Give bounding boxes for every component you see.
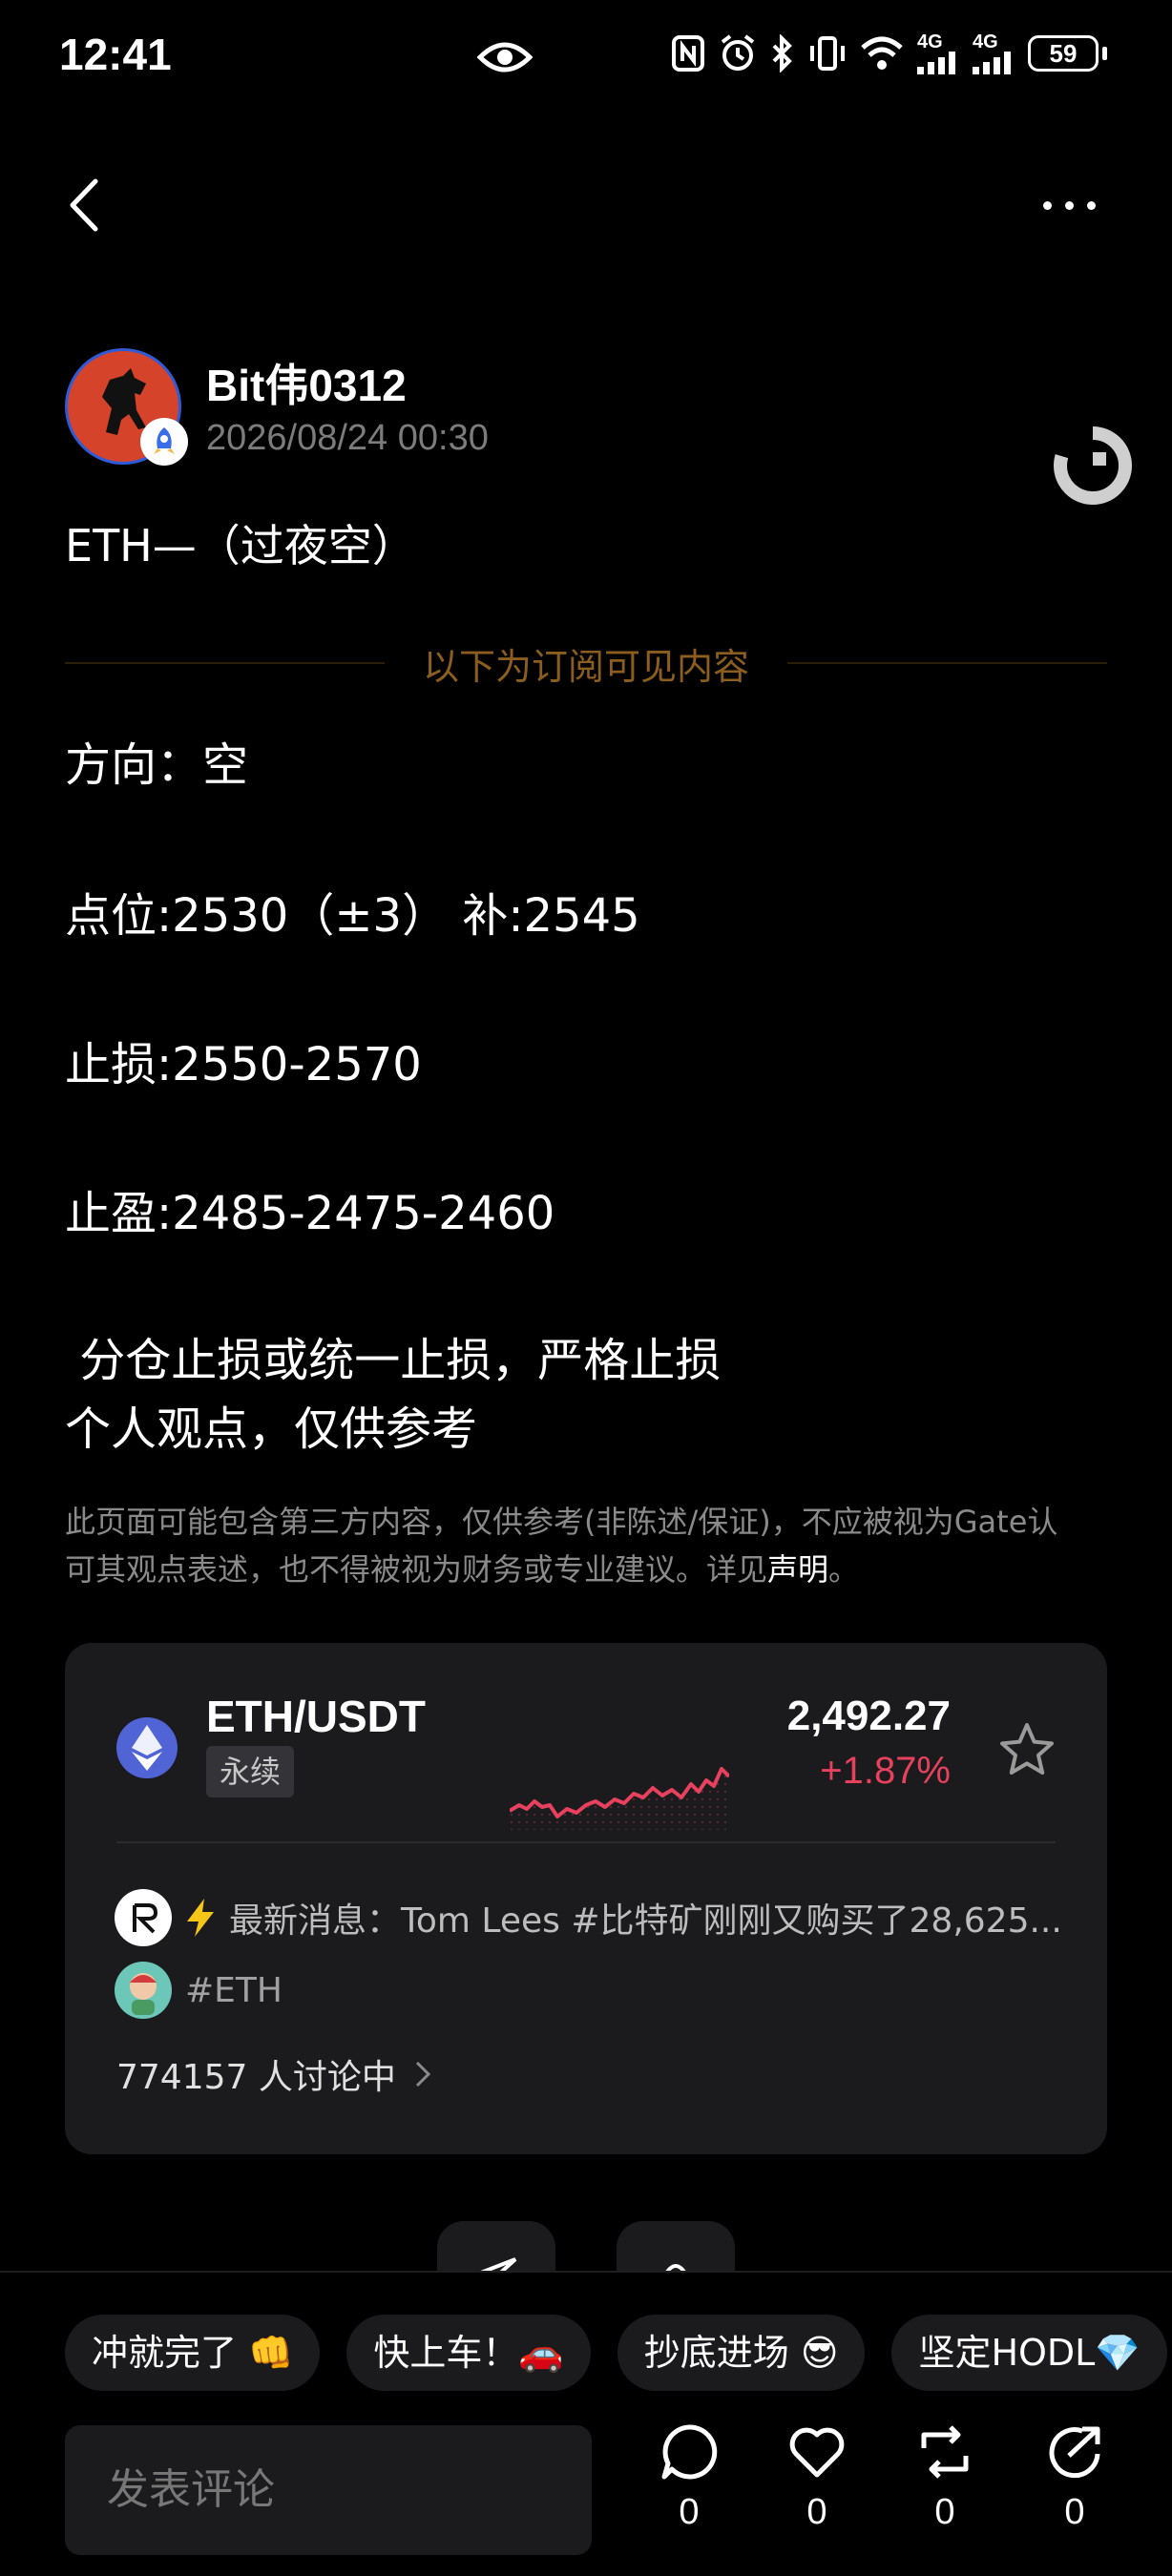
disclaimer-line-1: 此页面可能包含第三方内容，仅供参考(非陈述/保证)，不应被视为Gate认	[65, 1504, 1058, 1540]
disclaimer-text: 可其观点表述，也不得被视为财务或专业建议。详见	[65, 1551, 768, 1588]
more-icon-dot	[1064, 200, 1074, 210]
news-text: 最新消息：Tom Lees #比特矿刚刚又购买了28,625...	[229, 1893, 1062, 1942]
nfc-icon	[672, 35, 704, 72]
comment-count: 0	[679, 2492, 700, 2532]
tip-icon	[662, 2264, 689, 2278]
star-icon[interactable]	[996, 1719, 1057, 1780]
quick-reply-chip[interactable]: 快上车！🚗	[346, 2315, 591, 2391]
hashtag-avatar	[115, 1962, 172, 2019]
back-button[interactable]	[57, 172, 115, 239]
like-count: 0	[806, 2492, 827, 2532]
eth-icon	[116, 1717, 178, 1778]
more-icon-dot	[1086, 200, 1096, 210]
post-timestamp: 2026/08/24 00:30	[206, 418, 489, 458]
news-label: 最新消息：	[229, 1901, 402, 1941]
eye-icon	[477, 42, 533, 73]
author-name[interactable]: Bit伟0312	[206, 351, 407, 414]
hashtag-row[interactable]: #ETH	[115, 1962, 283, 2019]
signal-1: 4G	[917, 32, 959, 74]
news-row[interactable]: 最新消息：Tom Lees #比特矿刚刚又购买了28,625...	[115, 1889, 1062, 1946]
share-count: 0	[1064, 2492, 1085, 2532]
send-icon	[480, 2257, 517, 2280]
network-label-2: 4G	[973, 31, 998, 52]
price-change: +1.87%	[820, 1750, 951, 1792]
divider-line	[65, 662, 385, 664]
signal-bars-icon	[917, 52, 955, 74]
card-separator	[116, 1841, 1056, 1843]
repost-action[interactable]: 0	[907, 2421, 983, 2533]
disclaimer-end: 。	[828, 1551, 860, 1588]
bottom-bar: 冲就完了 👊 快上车！🚗 抄底进场 😎 坚定HODL💎 发表评论 0 0 0 0	[0, 2271, 1172, 2576]
battery-tip	[1102, 47, 1107, 60]
heart-icon	[789, 2427, 845, 2478]
divider-text: 以下为订阅可见内容	[423, 645, 750, 688]
post-line-entry: 点位:2530（±3） 补:2545	[65, 889, 640, 943]
like-action[interactable]: 0	[779, 2421, 855, 2533]
repost-icon	[921, 2425, 969, 2479]
post-line-direction: 方向：空	[65, 738, 249, 792]
signal-2: 4G	[973, 32, 1015, 74]
price-value: 2,492.27	[786, 1693, 951, 1739]
gate-logo-icon[interactable]	[1052, 425, 1134, 507]
hashtag-text: #ETH	[185, 1970, 283, 2010]
disclaimer: 此页面可能包含第三方内容，仅供参考(非陈述/保证)，不应被视为Gate认 可其观…	[65, 1498, 1115, 1593]
repost-count: 0	[934, 2492, 955, 2532]
avatar[interactable]	[65, 348, 188, 466]
news-source-icon	[115, 1889, 172, 1946]
alarm-icon	[721, 34, 755, 71]
more-icon-dot	[1042, 200, 1052, 210]
rocket-badge-icon	[140, 418, 188, 466]
comment-icon	[661, 2424, 718, 2480]
wifi-icon	[861, 36, 903, 70]
discussion-text: 774157 人讨论中	[116, 2058, 396, 2097]
post-line-note: 分仓止损或统一止损，严格止损	[65, 1334, 722, 1387]
share-icon	[1049, 2426, 1100, 2479]
vibrate-icon	[810, 36, 845, 71]
chevron-right-icon	[415, 2061, 430, 2088]
status-icons: 4G 4G 59	[671, 32, 1107, 74]
disclaimer-link[interactable]: 声明	[767, 1551, 828, 1588]
trading-pair[interactable]: ETH/USDT	[206, 1691, 426, 1742]
comment-action[interactable]: 0	[651, 2421, 727, 2533]
post-line-take-profit: 止盈:2485-2475-2460	[65, 1187, 555, 1240]
status-time: 12:41	[59, 30, 172, 79]
news-content: Tom Lees #比特矿刚刚又购买了28,625...	[401, 1901, 1062, 1941]
signal-bars-icon	[973, 52, 1011, 74]
price-sparkline	[510, 1767, 729, 1830]
post-title: ETH—（过夜空）	[65, 520, 416, 571]
market-card[interactable]: ETH/USDT 永续 2,492.27 +1.87% 最新消息：Tom Lee…	[65, 1643, 1107, 2154]
perpetual-tag: 永续	[206, 1746, 295, 1797]
battery-indicator: 59	[1028, 35, 1099, 72]
quick-reply-chip[interactable]: 抄底进场 😎	[617, 2315, 866, 2391]
quick-reply-chip[interactable]: 坚定HODL💎	[891, 2315, 1167, 2391]
lightning-icon	[187, 1899, 214, 1937]
comment-input[interactable]: 发表评论	[65, 2425, 592, 2555]
post-line-disclaimer: 个人观点，仅供参考	[65, 1402, 478, 1456]
discussion-count[interactable]: 774157 人讨论中	[116, 2049, 432, 2099]
status-bar: 12:41 4G 4G 59	[0, 0, 1172, 114]
bluetooth-icon	[772, 34, 792, 73]
disclaimer-line-2: 可其观点表述，也不得被视为财务或专业建议。详见声明。	[65, 1546, 1115, 1593]
quick-reply-row: 冲就完了 👊 快上车！🚗 抄底进场 😎 坚定HODL💎	[65, 2315, 1167, 2391]
divider-line	[787, 662, 1108, 664]
more-button[interactable]	[1031, 186, 1107, 224]
network-label-1: 4G	[917, 31, 943, 52]
share-action[interactable]: 0	[1036, 2421, 1113, 2533]
post-line-stop-loss: 止损:2550-2570	[65, 1038, 422, 1091]
quick-reply-chip[interactable]: 冲就完了 👊	[65, 2315, 321, 2391]
subscriber-divider: 以下为订阅可见内容	[65, 639, 1108, 688]
